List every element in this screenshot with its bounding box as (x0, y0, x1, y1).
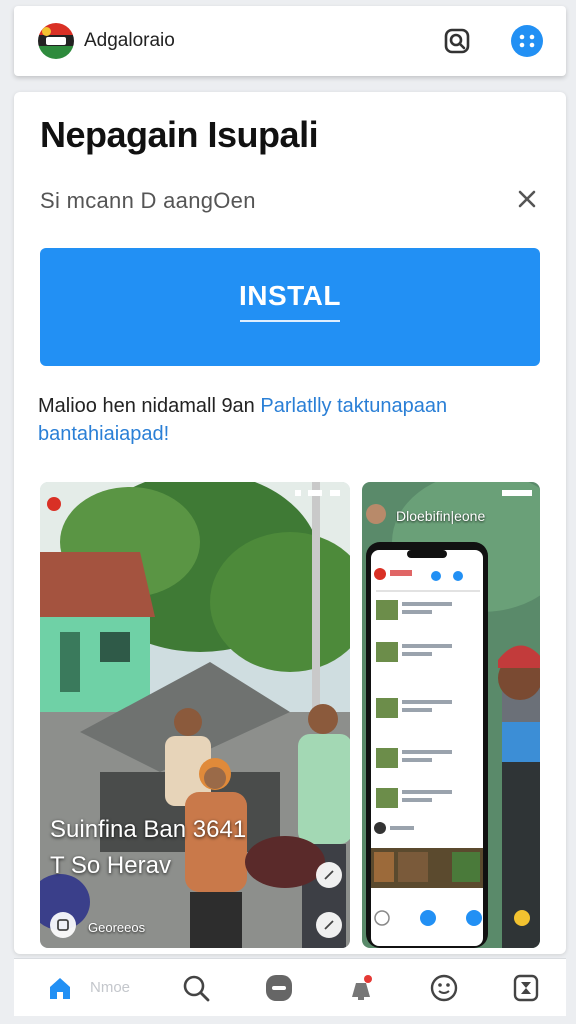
shot-corner-icon[interactable] (50, 912, 76, 938)
hourglass-icon (510, 972, 542, 1004)
nav-search[interactable] (180, 968, 212, 1008)
search-square-icon[interactable] (440, 24, 474, 58)
screenshot-street-scene[interactable]: Suinfina Ban 3641 T So Herav Georeeos (40, 482, 350, 948)
nav-minus[interactable] (263, 968, 295, 1008)
search-icon (180, 972, 212, 1004)
app-logo-icon (38, 23, 74, 59)
bottom-nav: Nmoe (14, 958, 566, 1016)
smile-icon (428, 972, 460, 1004)
notification-icon (345, 972, 377, 1004)
nav-notifications[interactable] (345, 968, 377, 1008)
install-underline (240, 320, 340, 322)
screenshot-phone-mockup[interactable]: Dloebifin|eone (362, 482, 540, 948)
home-icon (44, 972, 76, 1004)
screenshot-caption-small: Georeeos (88, 920, 146, 935)
close-icon[interactable] (514, 186, 540, 212)
app-name: Adgaloraio (84, 30, 175, 51)
install-button[interactable]: INSTAL (40, 248, 540, 366)
shot-expand-icon[interactable] (316, 862, 342, 888)
nav-home-label: Nmoe (90, 979, 131, 996)
app-description: Malioo hen nidamall 9an Parlatlly taktun… (38, 392, 538, 448)
app-title: Nepagain Isupali (40, 114, 319, 155)
menu-dots-icon[interactable] (510, 24, 544, 58)
screenshot-caption-line1: Suinfina Ban 3641 (50, 816, 247, 843)
shot-share-icon[interactable] (316, 912, 342, 938)
screenshot-title: Dloebifin|eone (396, 508, 486, 524)
minus-circle-icon (263, 972, 295, 1004)
nav-home[interactable]: Nmoe (44, 968, 130, 1008)
app-install-card: Nepagain Isupali Si mcann D aangOen INST… (14, 92, 566, 954)
nav-timer[interactable] (510, 968, 542, 1008)
nav-smile[interactable] (428, 968, 460, 1008)
description-text: Malioo hen nidamall 9an (38, 395, 255, 417)
app-subtitle: Si mcann D aangOen (40, 188, 256, 213)
screenshot-caption-line2: T So Herav (50, 852, 171, 879)
install-button-label: INSTAL (238, 280, 342, 311)
top-bar: Adgaloraio (14, 6, 566, 76)
